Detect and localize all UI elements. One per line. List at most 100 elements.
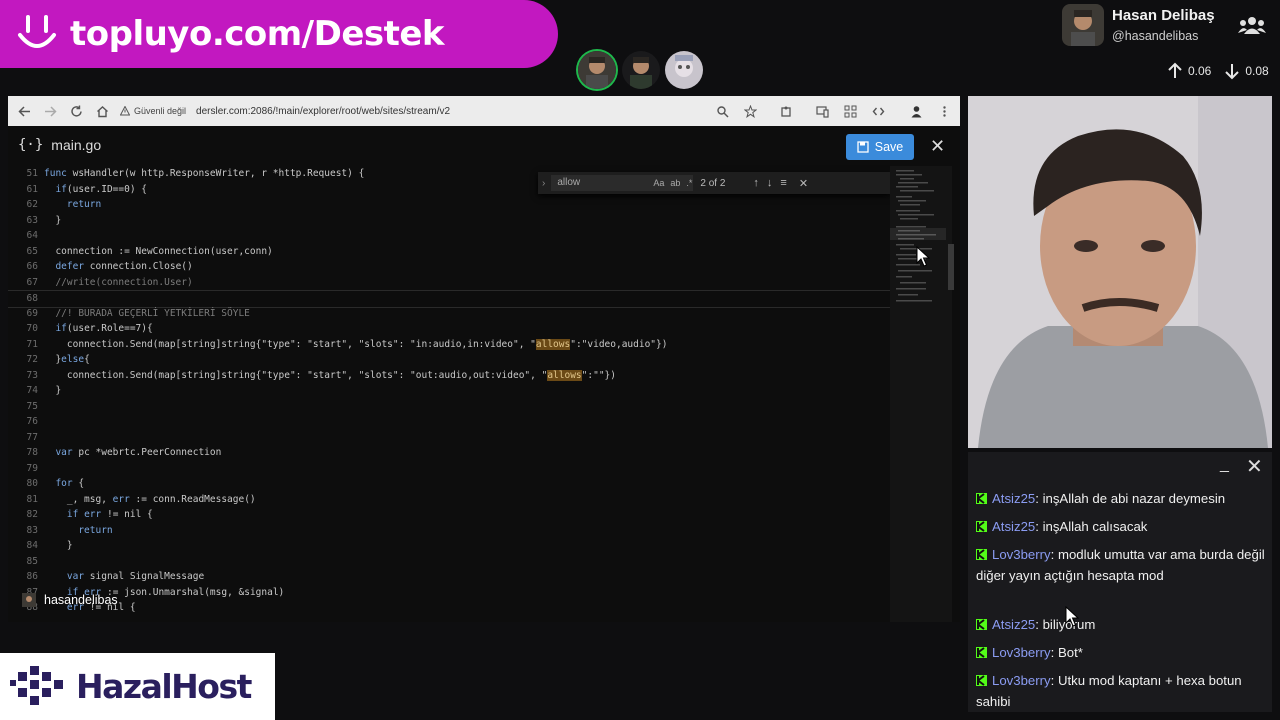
match-case-icon[interactable]: Aa [653, 178, 664, 188]
code-line[interactable]: 79 [8, 461, 890, 477]
profile-button[interactable] [906, 101, 926, 121]
code-text: return [66, 199, 102, 210]
code-line[interactable]: 87 if err := json.Unmarshal(msg, &signal… [8, 585, 890, 601]
code-line[interactable]: 71 connection.Send(map[string]string{"ty… [8, 337, 890, 353]
next-match-arrow-icon[interactable]: ↓ [767, 177, 773, 189]
line-number: 62 [26, 199, 38, 210]
toggle-replace-chevron-icon[interactable]: › [542, 178, 545, 189]
chat-username[interactable]: Atsiz25 [992, 617, 1035, 632]
code-line[interactable]: 81 _, msg, err := conn.ReadMessage() [8, 492, 890, 508]
close-find-icon[interactable]: ✕ [799, 177, 808, 190]
code-line[interactable]: 66 defer connection.Close() [8, 259, 890, 275]
line-number: 73 [26, 369, 38, 381]
close-editor-button[interactable]: ✕ [930, 136, 945, 157]
code-line[interactable]: 83 return [8, 523, 890, 539]
code-line[interactable]: 86 var signal SignalMessage [8, 569, 890, 585]
code-editor[interactable]: 51 func wsHandler(w http.ResponseWriter, … [8, 166, 890, 622]
code-line[interactable]: 63 } [8, 213, 890, 229]
code-line[interactable]: 65 connection := NewConnection(user,conn… [8, 244, 890, 260]
chat-username[interactable]: Lov3berry [992, 645, 1051, 660]
code-text: if(user.ID==0) { [55, 183, 147, 195]
line-number: 85 [26, 555, 38, 567]
regex-icon[interactable]: .* [686, 178, 692, 188]
line-number: 61 [26, 183, 38, 195]
code-line[interactable]: 72 }else{ [8, 352, 890, 368]
editor-scrollbar[interactable] [948, 244, 954, 290]
minimize-chat-button[interactable]: _ [1220, 456, 1229, 474]
chat-username[interactable]: Lov3berry [992, 547, 1051, 562]
code-line[interactable]: 78 var pc *webrtc.PeerConnection [8, 445, 890, 461]
line-number: 79 [26, 462, 38, 474]
save-button[interactable]: Save [846, 134, 914, 160]
code-line[interactable]: 74 } [8, 383, 890, 399]
extensions-button[interactable] [776, 101, 796, 121]
previous-match-arrow-icon[interactable]: ↑ [753, 177, 759, 189]
security-label: Güvenli değil [134, 106, 187, 116]
network-stats: 0.06 0.08 [1166, 62, 1269, 80]
minimap[interactable] [890, 166, 952, 622]
save-label: Save [874, 140, 904, 154]
chat-username[interactable]: Lov3berry [992, 673, 1051, 688]
zoom-button[interactable] [712, 101, 732, 121]
line-number: 80 [26, 478, 38, 489]
chat-separator: : [1035, 519, 1043, 534]
editor-header: {·} main.go Save ✕ [8, 126, 960, 164]
participant-avatar[interactable] [578, 51, 616, 89]
find-in-selection-icon[interactable]: ≡ [780, 177, 786, 189]
match-word-icon[interactable]: ab [670, 178, 680, 188]
apps-button[interactable] [840, 101, 860, 121]
code-line[interactable]: 82 if err != nil { [8, 507, 890, 523]
bookmark-button[interactable] [740, 101, 760, 121]
code-line[interactable]: 85 [8, 554, 890, 570]
close-chat-button[interactable]: ✕ [1246, 454, 1263, 479]
find-count: 2 of 2 [700, 177, 726, 189]
chat-username[interactable]: Atsiz25 [992, 491, 1035, 506]
chat-message: Lov3berry: Utku mod kaptanı + hexa botun… [976, 670, 1266, 712]
devtools-button[interactable] [868, 101, 888, 121]
browser-window: Güvenli değil dersler.com:2086/!main/exp… [8, 96, 960, 622]
code-line[interactable]: 84 } [8, 538, 890, 554]
code-brackets-icon [872, 107, 884, 115]
browser-toolbar: Güvenli değil dersler.com:2086/!main/exp… [8, 96, 960, 126]
chat-separator: : [1050, 547, 1058, 562]
cast-button[interactable] [812, 101, 832, 121]
participant-avatar[interactable] [622, 51, 660, 89]
code-line[interactable]: 73 connection.Send(map[string]string{"ty… [8, 368, 890, 384]
streamer-avatar-icon [22, 593, 36, 607]
chat-separator: : [1035, 617, 1043, 632]
chat-username[interactable]: Atsiz25 [992, 519, 1035, 534]
kick-badge-icon [976, 493, 987, 504]
kick-badge-icon [976, 549, 987, 560]
line-number: 70 [26, 323, 38, 334]
code-line[interactable]: 80 for { [8, 476, 890, 492]
code-text: connection := NewConnection(user,conn) [44, 245, 273, 257]
code-line[interactable]: 77 [8, 430, 890, 446]
participant-avatar[interactable] [665, 51, 703, 89]
arrow-left-icon [17, 105, 30, 117]
line-number: 51 [26, 168, 38, 179]
code-line[interactable]: 64 [8, 228, 890, 244]
line-number: 63 [26, 214, 38, 226]
code-line[interactable]: 62 return [8, 197, 890, 213]
line-number: 83 [26, 524, 38, 536]
code-line[interactable]: 67 //write(connection.User) [8, 275, 890, 291]
address-bar[interactable]: Güvenli değil dersler.com:2086/!main/exp… [120, 100, 704, 122]
hazalhost-mark-icon [10, 665, 63, 705]
code-line[interactable]: 70 if(user.Role==7){ [8, 321, 890, 337]
code-text: } [44, 214, 62, 226]
reload-button[interactable] [66, 101, 86, 121]
streamer-name-tag: hasandelibas [22, 593, 118, 607]
people-icon[interactable] [1238, 14, 1266, 36]
code-line[interactable]: 76 [8, 414, 890, 430]
back-button[interactable] [14, 101, 34, 121]
menu-button[interactable] [934, 101, 954, 121]
code-line[interactable]: 88 err != nil { [8, 600, 890, 616]
code-text: }else{ [44, 354, 90, 365]
forward-button[interactable] [40, 101, 60, 121]
topluyo-banner: topluyo.com/Destek [0, 0, 558, 68]
code-line[interactable]: 69 //! BURADA GEÇERLİ YETKİLERİ SÖYLE [8, 306, 890, 322]
chat-separator: : [1050, 645, 1058, 660]
logo-text: HazalHost [76, 667, 252, 706]
home-button[interactable] [92, 101, 112, 121]
code-line[interactable]: 75 [8, 399, 890, 415]
